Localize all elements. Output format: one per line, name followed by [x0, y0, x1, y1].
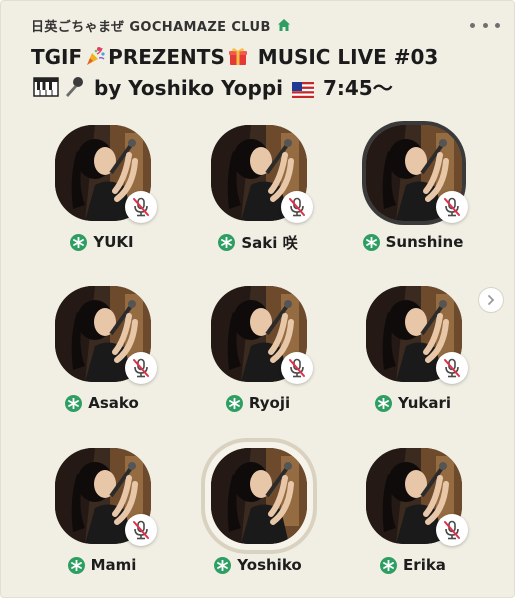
new-member-badge-icon — [70, 233, 88, 251]
speaker-name-row: Yoshiko — [193, 554, 323, 576]
speaker-name: Erika — [403, 556, 446, 574]
speaker-name-row: Yukari — [348, 392, 478, 414]
speaker-tile[interactable]: Asako — [37, 286, 167, 436]
new-member-badge-icon — [362, 233, 380, 251]
muted-indicator — [125, 352, 157, 384]
speaker-name-row: Sunshine — [348, 231, 478, 253]
chevron-right-icon — [488, 295, 495, 305]
muted-mic-icon — [444, 358, 460, 378]
speaker-tile[interactable]: Saki 咲 — [193, 125, 323, 275]
speaker-tile[interactable]: Sunshine — [348, 125, 478, 275]
speaker-name-row: Erika — [348, 554, 478, 576]
speaker-tile[interactable]: YUKI — [37, 125, 167, 275]
avatar[interactable] — [211, 448, 307, 544]
speaker-name: Sunshine — [385, 233, 464, 251]
speaker-name: Asako — [88, 394, 139, 412]
new-member-badge-icon — [225, 394, 243, 412]
muted-indicator — [436, 514, 468, 546]
muted-mic-icon — [133, 520, 149, 540]
muted-mic-icon — [444, 197, 460, 217]
muted-indicator — [125, 514, 157, 546]
speaker-name: Yoshiko — [237, 556, 302, 574]
new-member-badge-icon — [218, 233, 236, 251]
muted-mic-icon — [444, 520, 460, 540]
speaker-tile[interactable]: Ryoji — [193, 286, 323, 436]
speaker-name: Saki 咲 — [241, 233, 298, 252]
speaker-grid: YUKI Saki 咲 Sunshine Asako Ryoji Yukari … — [1, 1, 515, 598]
next-page-button[interactable] — [478, 287, 504, 313]
speaker-name-row: YUKI — [37, 231, 167, 253]
muted-mic-icon — [289, 197, 305, 217]
speaker-name-row: Ryoji — [193, 392, 323, 414]
speaker-tile[interactable]: Mami — [37, 448, 167, 598]
muted-indicator — [281, 191, 313, 223]
muted-mic-icon — [133, 358, 149, 378]
speaker-tile[interactable]: Erika — [348, 448, 478, 598]
room-card: 日英ごちゃまぜ GOCHAMAZE CLUB TGIF PREZENTS MUSI… — [0, 0, 515, 598]
speaker-tile[interactable]: Yoshiko — [193, 438, 323, 598]
muted-indicator — [125, 191, 157, 223]
speaker-name-row: Asako — [37, 392, 167, 414]
new-member-badge-icon — [214, 556, 232, 574]
speaker-name: Yukari — [397, 394, 452, 412]
muted-indicator — [436, 191, 468, 223]
speaker-name-row: Saki 咲 — [193, 231, 323, 253]
speaker-name: Mami — [90, 556, 137, 574]
muted-mic-icon — [289, 358, 305, 378]
speaker-name: YUKI — [93, 233, 134, 251]
new-member-badge-icon — [67, 556, 85, 574]
muted-indicator — [281, 352, 313, 384]
muted-indicator — [436, 352, 468, 384]
new-member-badge-icon — [374, 394, 392, 412]
speaker-name: Ryoji — [248, 394, 291, 412]
new-member-badge-icon — [65, 394, 83, 412]
new-member-badge-icon — [380, 556, 398, 574]
speaker-tile[interactable]: Yukari — [348, 286, 478, 436]
speaker-name-row: Mami — [37, 554, 167, 576]
muted-mic-icon — [133, 197, 149, 217]
